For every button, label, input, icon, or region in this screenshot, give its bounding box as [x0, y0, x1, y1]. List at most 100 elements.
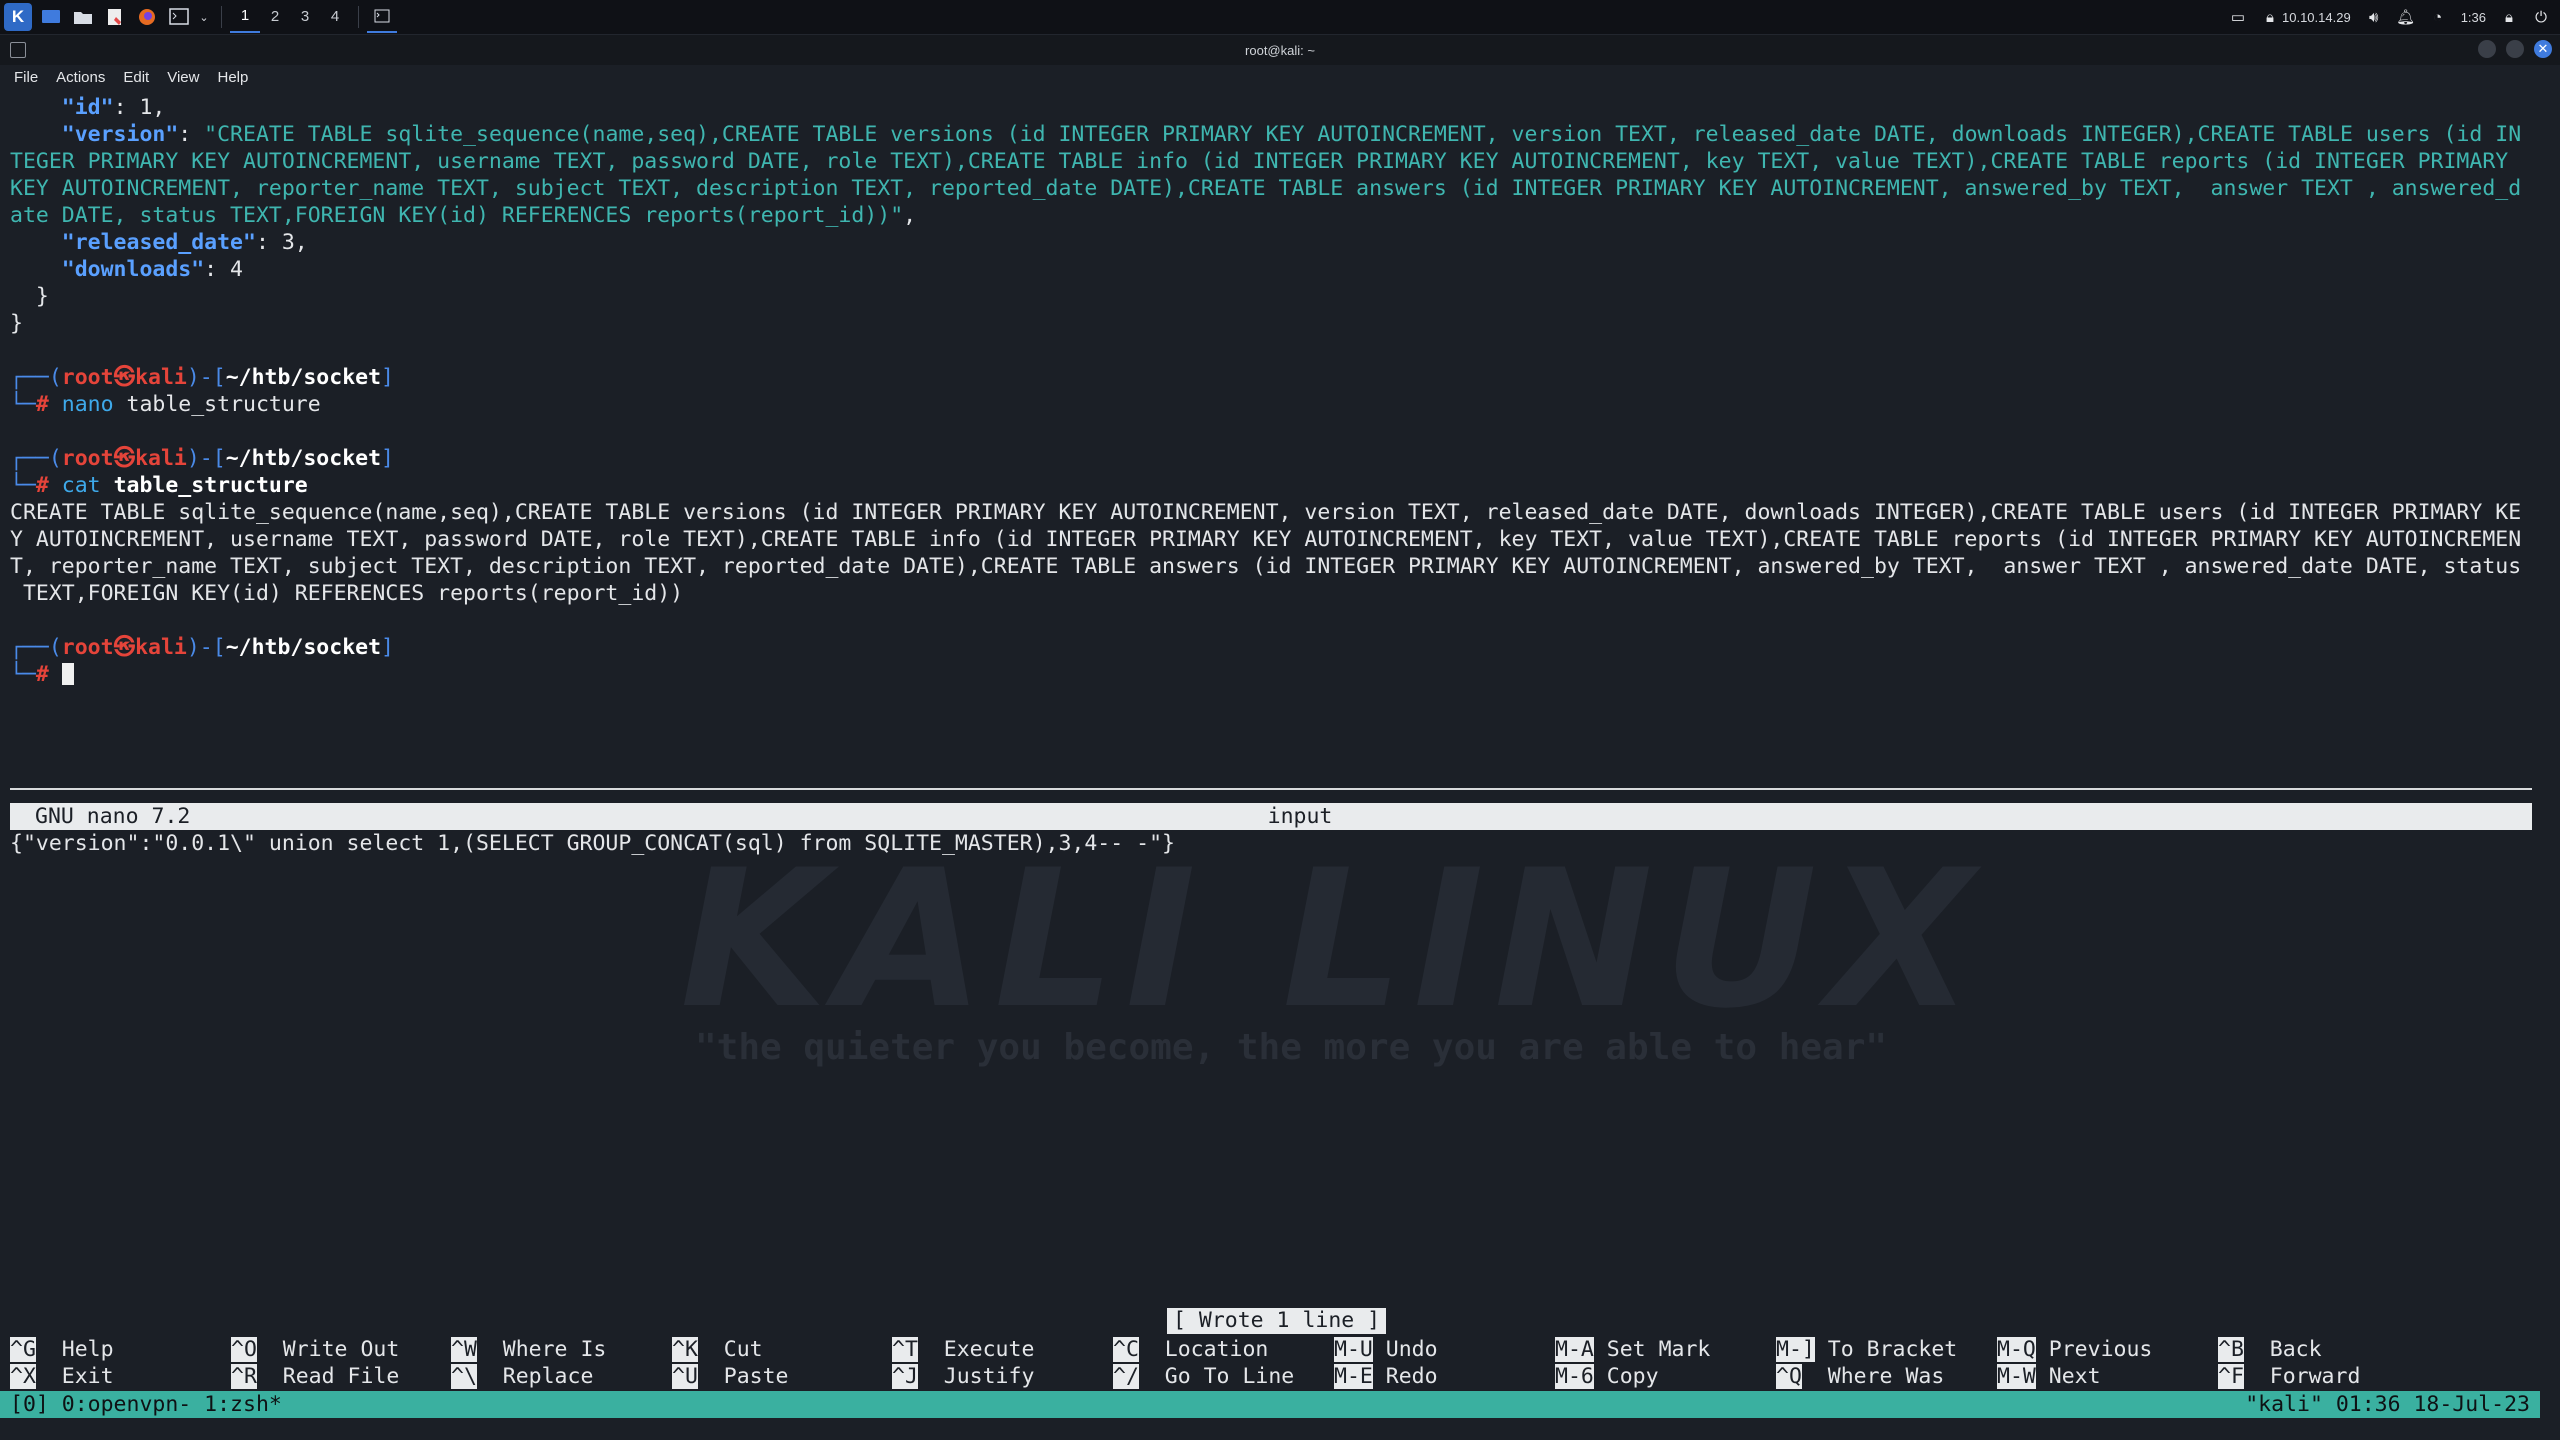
- notification-bell-icon[interactable]: 🔔︎: [2396, 8, 2415, 26]
- nano-shortcut-key: ^R: [231, 1364, 257, 1389]
- nano-shortcut-key: ^T: [892, 1337, 918, 1362]
- terminal-launcher-icon[interactable]: [166, 4, 192, 30]
- nano-editor-content[interactable]: {"version":"0.0.1\" union select 1,(SELE…: [10, 830, 1175, 857]
- watermark-title: KALI LINUX: [680, 829, 1984, 1050]
- nano-shortcut-execute[interactable]: ^T Execute: [892, 1336, 1034, 1363]
- nano-shortcut-key: ^F: [2218, 1364, 2244, 1389]
- nano-shortcut-label: Justify: [943, 1364, 1035, 1389]
- firefox-icon[interactable]: [134, 4, 160, 30]
- prompt-line: ┌──(root㉿kali)-[~/htb/socket]: [10, 365, 394, 390]
- nano-shortcut-where-was[interactable]: ^Q Where Was: [1776, 1363, 1944, 1390]
- nano-shortcut-where-is[interactable]: ^W Where Is: [451, 1336, 606, 1363]
- command-line: └─# cat table_structure: [10, 473, 308, 498]
- desktop-icon[interactable]: [38, 4, 64, 30]
- nano-shortcut-key: M-6: [1555, 1364, 1594, 1389]
- menu-help[interactable]: Help: [217, 69, 248, 86]
- nano-shortcut-back[interactable]: ^B Back: [2218, 1336, 2322, 1363]
- nano-shortcut-label: Where Is: [502, 1337, 607, 1362]
- nano-shortcut-forward[interactable]: ^F Forward: [2218, 1363, 2360, 1390]
- json-line-version: "version": "CREATE TABLE sqlite_sequence…: [61, 122, 2522, 147]
- json-line-downloads: "downloads": 4: [61, 257, 244, 282]
- nano-shortcut-key: ^B: [2218, 1337, 2244, 1362]
- screen-lock-icon[interactable]: 🔒︎: [2500, 8, 2518, 26]
- window-title: root@kali: ~: [1245, 42, 1315, 58]
- nano-shortcut-previous[interactable]: M-Q Previous: [1997, 1336, 2152, 1363]
- nano-shortcut-key: ^G: [10, 1337, 36, 1362]
- kali-menu-icon[interactable]: K: [4, 3, 32, 31]
- json-line-version-wrap: TEGER PRIMARY KEY AUTOINCREMENT, usernam…: [10, 149, 2509, 174]
- nano-shortcut-paste[interactable]: ^U Paste: [672, 1363, 789, 1390]
- nano-shortcut-label: Redo: [1385, 1364, 1438, 1389]
- nano-shortcut-label: Location: [1164, 1337, 1269, 1362]
- nano-shortcut-set-mark[interactable]: M-A Set Mark: [1555, 1336, 1710, 1363]
- power-icon[interactable]: ⏻: [2532, 8, 2550, 26]
- maximize-button[interactable]: [2506, 40, 2524, 58]
- menu-view[interactable]: View: [167, 69, 199, 86]
- volume-icon[interactable]: 🔊︎: [2365, 8, 2383, 26]
- text-editor-icon[interactable]: [102, 4, 128, 30]
- menu-bar: File Actions Edit View Help: [0, 66, 2560, 88]
- window-titlebar[interactable]: root@kali: ~ ✕: [0, 35, 2560, 65]
- menu-edit[interactable]: Edit: [123, 69, 149, 86]
- command-line: └─# nano table_structure: [10, 392, 321, 417]
- nano-shortcut-replace[interactable]: ^\ Replace: [451, 1363, 593, 1390]
- nano-shortcut-key: ^\: [451, 1364, 477, 1389]
- file-manager-icon[interactable]: [70, 4, 96, 30]
- nano-shortcut-exit[interactable]: ^X Exit: [10, 1363, 114, 1390]
- nano-shortcut-undo[interactable]: M-U Undo: [1334, 1336, 1438, 1363]
- nano-shortcut-key: ^C: [1113, 1337, 1139, 1362]
- nano-shortcut-copy[interactable]: M-6 Copy: [1555, 1363, 1659, 1390]
- workspace-4[interactable]: 4: [320, 2, 350, 32]
- panel-separator: [221, 6, 222, 28]
- nano-shortcut-key: M-E: [1334, 1364, 1373, 1389]
- tmux-pane-divider[interactable]: [10, 788, 2532, 790]
- nano-shortcut-label: Replace: [502, 1364, 594, 1389]
- workspace-3[interactable]: 3: [290, 2, 320, 32]
- nano-shortcut-label: Set Mark: [1606, 1337, 1711, 1362]
- menu-actions[interactable]: Actions: [56, 69, 105, 86]
- terminal-area[interactable]: KALI LINUX "the quieter you become, the …: [0, 89, 2560, 1440]
- display-icon[interactable]: ▭: [2229, 8, 2247, 26]
- window-menu-icon[interactable]: [10, 42, 26, 58]
- nano-shortcut-label: Execute: [943, 1337, 1035, 1362]
- nano-shortcut-read-file[interactable]: ^R Read File: [231, 1363, 399, 1390]
- nano-shortcut-key: M-Q: [1997, 1337, 2036, 1362]
- nano-status-message: [ Wrote 1 line ]: [1167, 1308, 1387, 1334]
- nano-shortcut-go-to-line[interactable]: ^/ Go To Line: [1113, 1363, 1294, 1390]
- terminal-cursor: [61, 663, 74, 685]
- vpn-indicator[interactable]: 🔒︎ 10.10.14.29: [2261, 8, 2351, 26]
- workspace-1[interactable]: 1: [230, 1, 260, 33]
- nano-shortcut-key: ^/: [1113, 1364, 1139, 1389]
- clock-icon: ◔: [2433, 8, 2443, 26]
- nano-shortcut-to-bracket[interactable]: M-] To Bracket: [1776, 1336, 1957, 1363]
- nano-shortcut-write-out[interactable]: ^O Write Out: [231, 1336, 399, 1363]
- nano-shortcut-help[interactable]: ^G Help: [10, 1336, 114, 1363]
- close-button[interactable]: ✕: [2534, 40, 2552, 58]
- workspace-2[interactable]: 2: [260, 2, 290, 32]
- nano-shortcut-label: Go To Line: [1164, 1364, 1295, 1389]
- nano-shortcut-cut[interactable]: ^K Cut: [672, 1336, 763, 1363]
- minimize-button[interactable]: [2478, 40, 2496, 58]
- nano-shortcut-next[interactable]: M-W Next: [1997, 1363, 2101, 1390]
- nano-shortcut-label: Next: [2048, 1364, 2101, 1389]
- taskbar-terminal-window[interactable]: [367, 1, 397, 33]
- menu-file[interactable]: File: [14, 69, 38, 86]
- tmux-window-list[interactable]: [0] 0:openvpn- 1:zsh*: [10, 1391, 282, 1418]
- nano-shortcut-justify[interactable]: ^J Justify: [892, 1363, 1034, 1390]
- vpn-ip: 10.10.14.29: [2282, 9, 2351, 25]
- nano-shortcut-label: Undo: [1385, 1337, 1438, 1362]
- nano-shortcut-key: M-W: [1997, 1364, 2036, 1389]
- prompt-line: ┌──(root㉿kali)-[~/htb/socket]: [10, 635, 394, 660]
- nano-version: GNU nano 7.2: [35, 804, 191, 829]
- nano-shortcut-label: Help: [61, 1337, 114, 1362]
- chevron-down-icon[interactable]: ⌄: [198, 4, 210, 30]
- json-close-inner: }: [10, 284, 49, 309]
- command-line[interactable]: └─#: [10, 661, 74, 688]
- panel-clock[interactable]: 1:36: [2461, 10, 2486, 25]
- nano-shortcut-label: Cut: [723, 1337, 763, 1362]
- nano-shortcut-redo[interactable]: M-E Redo: [1334, 1363, 1438, 1390]
- nano-shortcut-location[interactable]: ^C Location: [1113, 1336, 1268, 1363]
- json-line-released: "released_date": 3,: [61, 230, 308, 255]
- panel-separator: [358, 6, 359, 28]
- nano-shortcut-key: ^K: [672, 1337, 698, 1362]
